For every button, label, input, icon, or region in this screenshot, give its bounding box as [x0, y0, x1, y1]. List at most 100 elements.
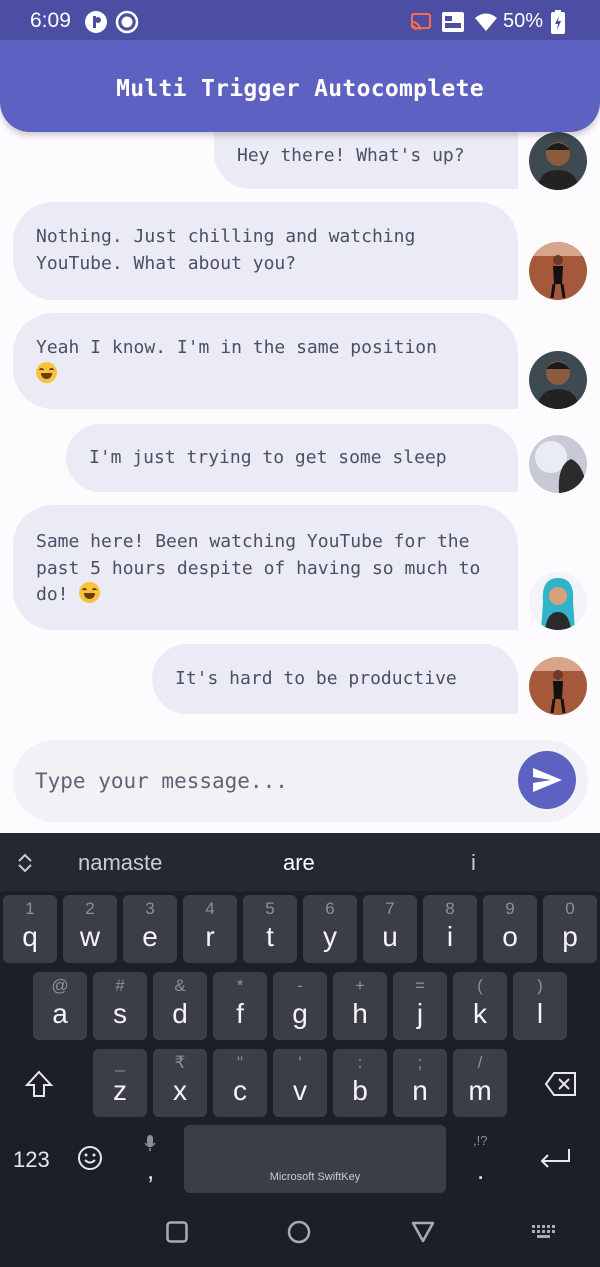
key-m[interactable]: / m: [453, 1049, 507, 1117]
numbers-key[interactable]: 123: [13, 1147, 50, 1173]
key-w[interactable]: 2w: [63, 895, 117, 963]
key-t[interactable]: 5t: [243, 895, 297, 963]
key-label: k: [473, 998, 487, 1029]
enter-icon[interactable]: [538, 1147, 572, 1171]
key-g[interactable]: -g: [273, 972, 327, 1040]
battery-icon: [551, 10, 565, 34]
key-s[interactable]: # s: [93, 972, 147, 1040]
avatar: [529, 435, 587, 493]
message-text: Yeah I know. I'm in the same position: [36, 337, 437, 358]
emoji-key-icon[interactable]: [77, 1145, 103, 1171]
key-e[interactable]: 3e: [123, 895, 177, 963]
key-hint: #: [115, 976, 125, 995]
key-k[interactable]: (k: [453, 972, 507, 1040]
key-hint: ": [236, 1053, 244, 1072]
comma-key[interactable]: ,: [147, 1155, 154, 1186]
battery-percent: 50%: [503, 10, 544, 32]
back-icon[interactable]: [411, 1221, 435, 1243]
avatar: [529, 657, 587, 715]
key-v[interactable]: ' v: [273, 1049, 327, 1117]
period-key[interactable]: .: [477, 1155, 484, 1186]
key-label: n: [412, 1075, 428, 1106]
key-a[interactable]: @ a: [33, 972, 87, 1040]
key-hint: -: [297, 976, 303, 995]
key-x[interactable]: ₹ x: [153, 1049, 207, 1117]
message-bubble[interactable]: It's hard to be productive: [152, 644, 518, 714]
shift-key[interactable]: [6, 1049, 72, 1117]
message-input[interactable]: [35, 760, 505, 802]
wifi-icon: [475, 13, 497, 31]
key-hint: 4: [205, 899, 215, 918]
key-f[interactable]: * f: [213, 972, 267, 1040]
message-bubble[interactable]: Yeah I know. I'm in the same position: [13, 313, 518, 409]
mic-icon[interactable]: [144, 1134, 156, 1152]
key-hint: 3: [145, 899, 155, 918]
key-hint: 0: [565, 899, 575, 918]
space-bar[interactable]: Microsoft SwiftKey: [184, 1125, 446, 1193]
key-label: g: [292, 998, 308, 1029]
message-bubble[interactable]: I'm just trying to get some sleep: [66, 424, 518, 492]
key-label: h: [352, 998, 368, 1029]
navigation-bar: [0, 1205, 600, 1267]
key-label: x: [173, 1075, 187, 1106]
key-hint: (: [477, 976, 483, 995]
key-o[interactable]: 9o: [483, 895, 537, 963]
suggestion-2[interactable]: are: [283, 850, 315, 876]
home-icon[interactable]: [287, 1220, 311, 1244]
message-bubble[interactable]: Same here! Been watching YouTube for the…: [13, 505, 518, 630]
key-hint: 1: [25, 899, 35, 918]
key-r[interactable]: 4r: [183, 895, 237, 963]
cast-icon: [411, 13, 431, 31]
key-label: f: [236, 998, 244, 1029]
key-label: r: [205, 921, 215, 952]
message-bubble[interactable]: Hey there! What's up?: [214, 132, 518, 189]
send-button[interactable]: [518, 751, 576, 809]
key-h[interactable]: + h: [333, 972, 387, 1040]
keyboard-hide-icon[interactable]: [531, 1224, 557, 1240]
key-c[interactable]: " c: [213, 1049, 267, 1117]
recents-icon[interactable]: [166, 1221, 188, 1243]
vowifi-icon: [442, 12, 464, 32]
key-n[interactable]: ; n: [393, 1049, 447, 1117]
key-p[interactable]: 0p: [543, 895, 597, 963]
key-hint: *: [236, 976, 244, 995]
key-hint: 8: [445, 899, 455, 918]
key-i[interactable]: 8i: [423, 895, 477, 963]
key-d[interactable]: & d: [153, 972, 207, 1040]
record-icon: [115, 10, 139, 34]
key-j[interactable]: = j: [393, 972, 447, 1040]
sweat-smile-emoji-icon: [79, 582, 101, 603]
shift-icon: [24, 1070, 54, 1097]
avatar: [529, 351, 587, 409]
app-bar: Multi Trigger Autocomplete: [0, 40, 600, 132]
key-b[interactable]: :b: [333, 1049, 387, 1117]
backspace-key[interactable]: [528, 1049, 594, 1117]
avatar: [529, 572, 587, 630]
key-l[interactable]: ) l: [513, 972, 567, 1040]
expand-toolbar-icon[interactable]: [16, 852, 34, 874]
key-hint: ': [298, 1053, 302, 1072]
laughing-emoji-icon: [36, 361, 57, 383]
key-hint: 9: [505, 899, 515, 918]
suggestion-3[interactable]: i: [471, 850, 476, 876]
message-composer: [13, 740, 588, 822]
suggestion-bar: namaste are i: [0, 833, 600, 891]
key-label: z: [113, 1075, 127, 1106]
key-label: j: [416, 998, 424, 1029]
avatar: [529, 132, 587, 190]
key-label: m: [468, 1075, 492, 1106]
key-q[interactable]: 1q: [3, 895, 57, 963]
key-hint: @: [51, 976, 69, 995]
chat-list[interactable]: Hey there! What's up? Nothing. Just chil…: [0, 132, 600, 737]
keyboard: namaste are i 1q2w3e4r5t6y7u8i9o0p @ a # s &…: [0, 833, 600, 1267]
key-label: p: [562, 921, 578, 952]
key-y[interactable]: 6y: [303, 895, 357, 963]
suggestion-1[interactable]: namaste: [78, 850, 162, 876]
app-notification-icon: [85, 11, 107, 33]
key-hint: ₹: [174, 1053, 186, 1072]
key-hint: &: [174, 976, 186, 995]
key-label: q: [22, 921, 38, 952]
key-z[interactable]: _ z: [93, 1049, 147, 1117]
message-bubble[interactable]: Nothing. Just chilling and watching YouT…: [13, 202, 518, 300]
key-u[interactable]: 7u: [363, 895, 417, 963]
